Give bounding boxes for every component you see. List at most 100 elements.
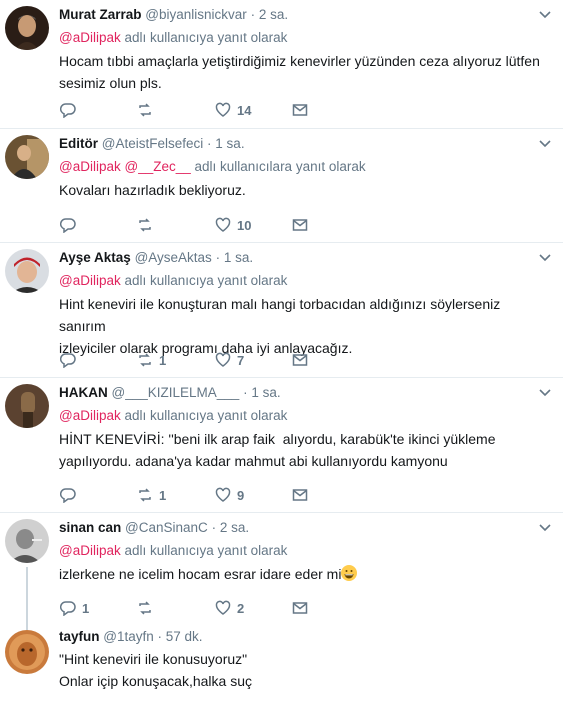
user-handle[interactable]: @CanSinanC [125, 520, 208, 535]
retweet-count: 1 [159, 487, 167, 503]
display-name[interactable]: Murat Zarrab [59, 7, 142, 22]
retweet-button[interactable]: 1 [137, 486, 166, 504]
like-button[interactable]: 2 [215, 599, 244, 617]
display-name[interactable]: Ayşe Aktaş [59, 250, 131, 265]
user-handle[interactable]: @AteistFelsefeci [102, 136, 204, 151]
display-name[interactable]: Editör [59, 136, 98, 151]
chevron-down-icon[interactable] [539, 137, 551, 149]
retweet-icon [139, 353, 151, 367]
display-name[interactable]: HAKAN [59, 385, 108, 400]
tweet-text: HİNT KENEVİRİ: ''beni ilk arap faik alıy… [59, 431, 496, 469]
heart-icon [215, 352, 231, 367]
like-count: 7 [237, 352, 245, 368]
reply-context: @aDilipak adlı kullanıcıya yanıt olarak [59, 543, 288, 558]
retweet-button[interactable] [137, 599, 159, 617]
user-handle[interactable]: @1tayfn [103, 629, 153, 644]
mention-link[interactable]: @aDilipak [59, 273, 121, 288]
like-count: 9 [237, 487, 245, 503]
mention-link[interactable]: @aDilipak [59, 159, 121, 174]
reply-count: 1 [82, 600, 90, 616]
reply-button[interactable] [60, 486, 82, 504]
tweet-text: Hocam tıbbi amaçlarla yetiştirdiğimiz ke… [59, 53, 540, 91]
envelope-icon [292, 354, 308, 366]
like-button[interactable]: 7 [215, 351, 244, 369]
retweet-button[interactable] [137, 101, 159, 119]
avatar[interactable] [5, 519, 49, 563]
dm-button[interactable] [292, 486, 308, 504]
retweet-icon [139, 601, 151, 615]
dm-button[interactable] [292, 216, 308, 234]
reply-icon [60, 353, 76, 368]
retweet-button[interactable]: 1 [137, 351, 166, 369]
avatar[interactable] [5, 135, 49, 179]
timestamp[interactable]: 1 sa. [215, 136, 244, 151]
tweet-text: izlerkene ne icelim hocam esrar idare ed… [59, 563, 549, 585]
reply-icon [60, 488, 76, 503]
user-handle[interactable]: @AyseAktas [135, 250, 212, 265]
dm-button[interactable] [292, 101, 308, 119]
mention-link[interactable]: @aDilipak [59, 543, 121, 558]
tweet[interactable]: Ayşe Aktaş @AyseAktas · 1 sa. @aDilipak … [0, 243, 563, 378]
reply-context: @aDilipak @__Zec__ adlı kullanıcılara ya… [59, 159, 366, 174]
reply-button[interactable]: 1 [60, 599, 89, 617]
grinning-face-emoji [341, 565, 358, 581]
envelope-icon [292, 602, 308, 614]
reply-context: @aDilipak adlı kullanıcıya yanıt olarak [59, 273, 288, 288]
like-button[interactable]: 9 [215, 486, 244, 504]
tweet[interactable]: Murat Zarrab @biyanlisnickvar · 2 sa. @a… [0, 0, 563, 129]
tweet[interactable]: HAKAN @___KIZILELMA___ · 1 sa. @aDilipak… [0, 378, 563, 513]
tweet-feed: Murat Zarrab @biyanlisnickvar · 2 sa. @a… [0, 0, 563, 705]
chevron-down-icon[interactable] [539, 251, 551, 263]
timestamp[interactable]: 1 sa. [251, 385, 280, 400]
reply-context: @aDilipak adlı kullanıcıya yanıt olarak [59, 408, 288, 423]
user-handle[interactable]: @___KIZILELMA___ [112, 385, 240, 400]
tweet-actions: 14 [59, 101, 359, 119]
mention-link[interactable]: @aDilipak [59, 408, 121, 423]
avatar[interactable] [5, 6, 49, 50]
thread-connector [26, 567, 28, 626]
timestamp[interactable]: 57 dk. [166, 629, 203, 644]
envelope-icon [292, 489, 308, 501]
display-name[interactable]: sinan can [59, 520, 121, 535]
chevron-down-icon[interactable] [539, 386, 551, 398]
chevron-down-icon[interactable] [539, 8, 551, 20]
reply-button[interactable] [60, 351, 82, 369]
tweet-text: "Hint keneviri ile konusuyoruz" Onlar iç… [59, 651, 252, 689]
like-button[interactable]: 10 [215, 216, 251, 234]
tweet[interactable]: tayfun @1tayfn · 57 dk. "Hint keneviri i… [0, 626, 563, 705]
timestamp[interactable]: 2 sa. [259, 7, 288, 22]
reply-button[interactable] [60, 216, 82, 234]
retweet-count: 1 [159, 352, 167, 368]
retweet-icon [139, 103, 151, 117]
mention-link[interactable]: @aDilipak [59, 30, 121, 45]
reply-button[interactable] [60, 101, 82, 119]
display-name[interactable]: tayfun [59, 629, 100, 644]
dm-button[interactable] [292, 351, 308, 369]
retweet-icon [139, 488, 151, 502]
tweet[interactable]: Editör @AteistFelsefeci · 1 sa. @aDilipa… [0, 129, 563, 243]
mention-link[interactable]: @__Zec__ [125, 159, 191, 174]
tweet[interactable]: sinan can @CanSinanC · 2 sa. @aDilipak a… [0, 513, 563, 626]
retweet-button[interactable] [137, 216, 159, 234]
like-count: 2 [237, 600, 245, 616]
reply-context: @aDilipak adlı kullanıcıya yanıt olarak [59, 30, 288, 45]
heart-icon [215, 600, 231, 615]
envelope-icon [292, 219, 308, 231]
envelope-icon [292, 104, 308, 116]
heart-icon [215, 217, 231, 232]
avatar[interactable] [5, 384, 49, 428]
reply-icon [60, 601, 76, 616]
reply-icon [60, 218, 76, 233]
tweet-actions: 1 2 [59, 599, 359, 617]
tweet-actions: 1 9 [59, 486, 359, 504]
user-handle[interactable]: @biyanlisnickvar [145, 7, 247, 22]
timestamp[interactable]: 2 sa. [220, 520, 249, 535]
avatar[interactable] [5, 249, 49, 293]
dm-button[interactable] [292, 599, 308, 617]
avatar[interactable] [5, 630, 49, 674]
timestamp[interactable]: 1 sa. [224, 250, 253, 265]
tweet-text: Kovaları hazırladık bekliyoruz. [59, 182, 246, 198]
chevron-down-icon[interactable] [539, 521, 551, 533]
tweet-text: Hint keneviri ile konuşturan malı hangi … [59, 296, 501, 356]
like-button[interactable]: 14 [215, 101, 251, 119]
